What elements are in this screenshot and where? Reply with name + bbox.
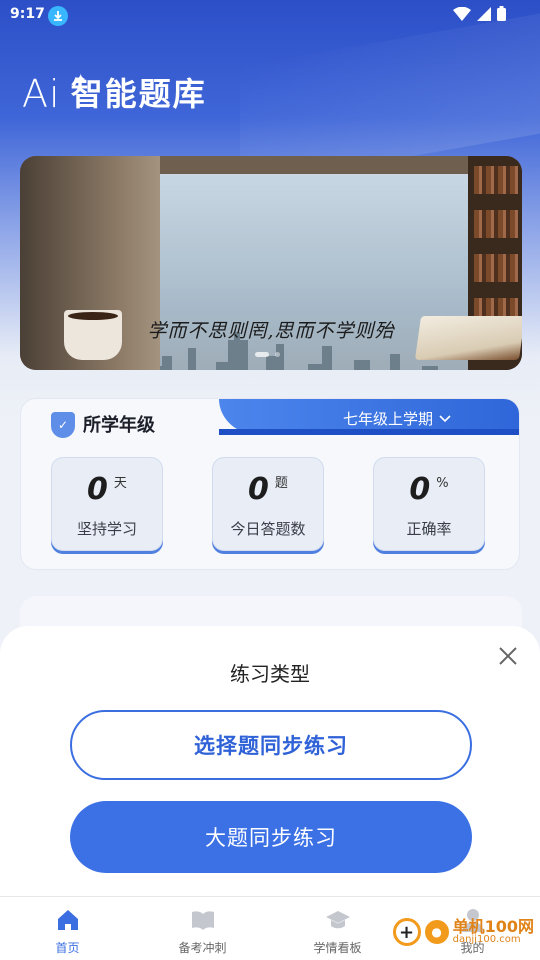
close-icon[interactable] [496,644,520,668]
nav-label: 学情看板 [313,941,362,955]
nav-label: 首页 [55,941,80,955]
nav-item-home[interactable]: 首页 [0,897,135,960]
graduation-cap-icon [325,911,350,929]
nav-item-learning-board[interactable]: 学情看板 [270,897,405,960]
watermark-circle-icon: ● [424,920,449,944]
home-icon [57,910,78,930]
book-icon [191,911,214,930]
sheet-title: 练习类型 [230,662,310,686]
nav-label: 备考冲刺 [178,941,227,955]
watermark-url: danji100.com [452,934,521,945]
big-question-practice-button[interactable]: 大题同步练习 [70,801,472,873]
watermark-name: 单机100网 [452,917,534,936]
practice-type-sheet: 练习类型 选择题同步练习 大题同步练习 [0,626,540,896]
choice-practice-button[interactable]: 选择题同步练习 [70,710,472,780]
watermark-logo-icon: + [392,918,421,946]
watermark: + ● 单机100网 danji100.com [392,917,534,946]
nav-item-exam-sprint[interactable]: 备考冲刺 [135,897,270,960]
